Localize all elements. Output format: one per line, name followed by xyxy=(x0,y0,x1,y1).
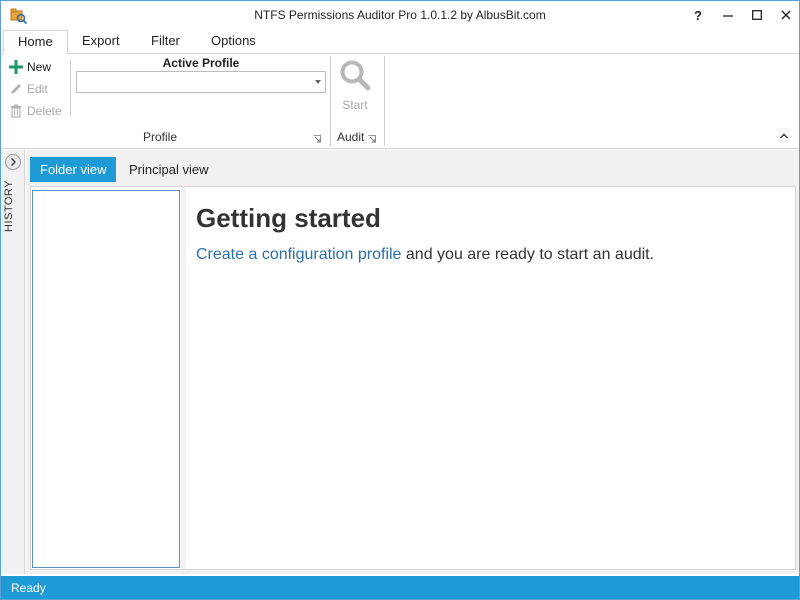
history-pane: HISTORY xyxy=(1,150,25,574)
edit-label: Edit xyxy=(27,82,48,96)
tab-options[interactable]: Options xyxy=(197,30,270,54)
close-button[interactable] xyxy=(772,5,800,27)
getting-started-rest: and you are ready to start an audit. xyxy=(401,246,655,263)
maximize-icon xyxy=(752,10,762,20)
status-bar: Ready xyxy=(1,576,799,599)
group-separator xyxy=(330,56,331,146)
window-title: NTFS Permissions Auditor Pro 1.0.1.2 by … xyxy=(254,8,546,22)
group-separator-end xyxy=(384,56,385,146)
plus-icon xyxy=(9,60,23,74)
ribbon-tab-bar: Home Export Filter Options xyxy=(1,30,799,55)
tab-folder-view[interactable]: Folder view xyxy=(30,157,117,182)
minimize-icon xyxy=(723,15,733,17)
maximize-button[interactable] xyxy=(743,5,771,27)
active-profile-label: Active Profile xyxy=(162,56,240,70)
close-icon xyxy=(781,10,791,20)
pencil-icon xyxy=(11,84,21,94)
app-window: NTFS Permissions Auditor Pro 1.0.1.2 by … xyxy=(0,0,800,600)
new-label: New xyxy=(27,60,52,74)
minimize-button[interactable] xyxy=(714,5,742,27)
tab-home[interactable]: Home xyxy=(3,30,68,55)
delete-profile-button[interactable]: Delete xyxy=(9,101,62,121)
new-profile-button[interactable]: New xyxy=(9,57,51,77)
search-icon xyxy=(340,60,371,91)
help-icon: ? xyxy=(694,8,702,23)
delete-label: Delete xyxy=(27,104,62,118)
start-audit-button[interactable]: Start xyxy=(336,58,374,114)
getting-started-title: Getting started xyxy=(196,203,381,233)
profile-dialog-launcher-icon[interactable] xyxy=(313,135,321,143)
history-expand-button[interactable] xyxy=(5,154,21,170)
audit-dialog-launcher-icon[interactable] xyxy=(368,135,376,143)
profile-group-label: Profile xyxy=(143,130,178,144)
start-label: Start xyxy=(342,98,368,112)
tab-principal-view[interactable]: Principal view xyxy=(119,157,218,182)
status-text: Ready xyxy=(11,581,46,595)
create-profile-link[interactable]: Create a configuration profile xyxy=(196,246,401,263)
dropdown-arrow-icon xyxy=(315,80,321,84)
collapse-ribbon-icon[interactable] xyxy=(779,131,789,141)
active-profile-dropdown[interactable] xyxy=(76,71,326,93)
edit-profile-button[interactable]: Edit xyxy=(9,79,48,99)
audit-group-label: Audit xyxy=(337,130,365,144)
ribbon-separator xyxy=(70,60,71,116)
chevron-right-icon xyxy=(10,157,17,167)
history-label[interactable]: HISTORY xyxy=(3,176,23,236)
ribbon: New Edit Delete Active Profile Profile S… xyxy=(1,54,799,149)
pane-splitter[interactable] xyxy=(181,187,186,569)
getting-started-text: Create a configuration profile and you a… xyxy=(196,246,654,264)
title-bar: NTFS Permissions Auditor Pro 1.0.1.2 by … xyxy=(1,1,799,30)
tab-export[interactable]: Export xyxy=(68,30,134,54)
help-button[interactable]: ? xyxy=(684,5,712,27)
tab-filter[interactable]: Filter xyxy=(137,30,194,54)
folder-tree[interactable] xyxy=(32,190,180,568)
trash-icon xyxy=(11,104,21,118)
